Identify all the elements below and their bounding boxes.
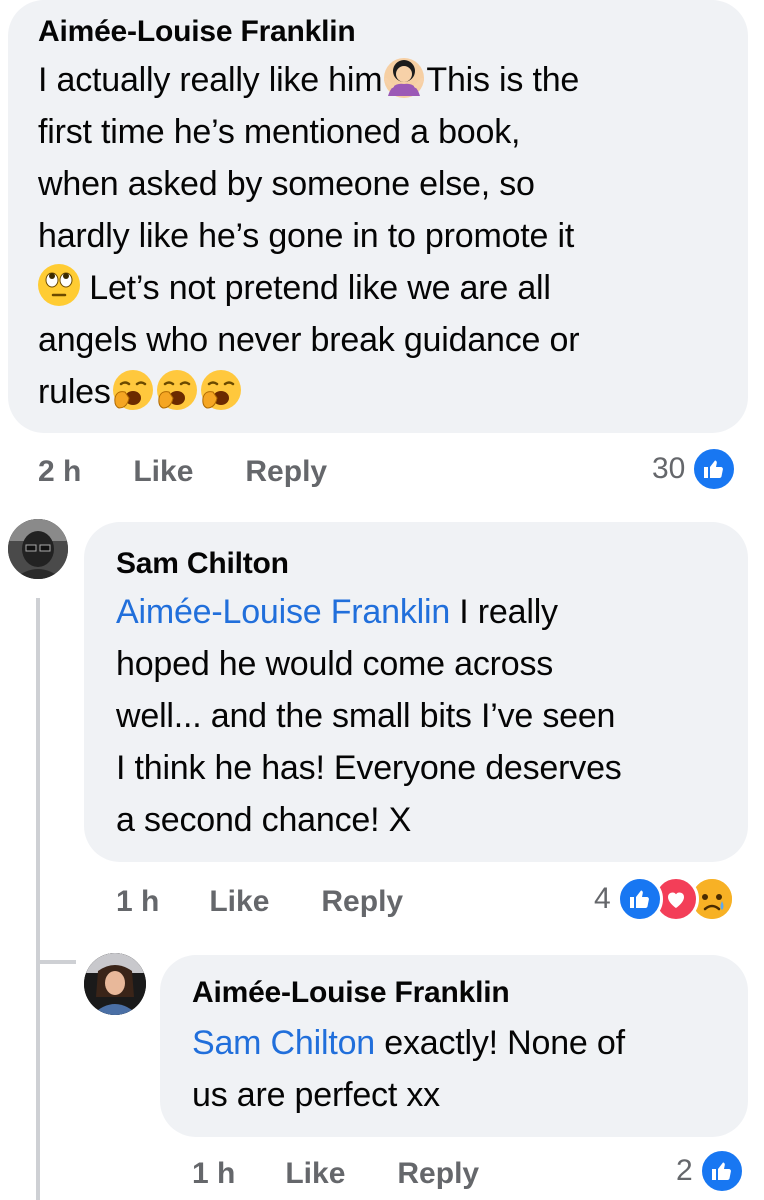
comment-text-line: I actually really like him	[38, 61, 383, 99]
comment-text: Sam Chilton exactly! None of us are perf…	[192, 1017, 742, 1121]
comment-text-line: well... and the small bits I’ve seen	[116, 697, 616, 735]
like-reaction-icon	[616, 876, 663, 922]
comment-text: Aimée-Louise Franklin I really hoped he …	[116, 586, 736, 846]
thread-connector	[36, 960, 76, 964]
avatar[interactable]	[84, 953, 146, 1015]
like-button[interactable]: Like	[285, 1157, 345, 1191]
comment-text-line: a second chance! X	[116, 801, 412, 839]
reply-bubble: Sam Chilton Aimée-Louise Franklin I real…	[84, 522, 748, 862]
yawning-face-emoji	[155, 368, 199, 412]
comment-text-line: us are perfect xx	[192, 1076, 440, 1114]
comment-text-line: Let’s not pretend like we are all	[80, 269, 551, 307]
comment-text-line: I think he has! Everyone deserves	[116, 749, 622, 787]
reaction-summary[interactable]: 2	[676, 1148, 745, 1194]
reaction-count: 2	[676, 1154, 693, 1187]
like-reaction-icon	[698, 1148, 745, 1194]
person-shrugging-emoji	[384, 58, 425, 98]
reply-button[interactable]: Reply	[245, 455, 327, 489]
comment-author[interactable]: Sam Chilton	[116, 546, 289, 582]
comment-text-line: rules	[38, 373, 111, 411]
comment-text-line: hoped he would come across	[116, 645, 554, 683]
comment-timestamp[interactable]: 1 h	[192, 1157, 235, 1191]
face-with-rolling-eyes-emoji	[38, 264, 80, 306]
mention-link[interactable]: Sam Chilton	[192, 1024, 375, 1062]
comment-text-line: This is the	[426, 61, 580, 99]
comment-actions: 1 h Like Reply	[116, 882, 403, 922]
comment-text-line: first time he’s mentioned a book,	[38, 113, 521, 151]
comment-text-line: hardly like he’s gone in to promote it	[38, 217, 575, 255]
comment-author[interactable]: Aimée-Louise Franklin	[38, 14, 356, 50]
mention-link[interactable]: Aimée-Louise Franklin	[116, 593, 450, 631]
like-button[interactable]: Like	[133, 455, 193, 489]
comment-actions: 2 h Like Reply	[38, 452, 327, 492]
reaction-summary[interactable]: 30	[652, 446, 738, 492]
comment-bubble: Aimée-Louise Franklin I actually really …	[8, 0, 748, 433]
reply-bubble: Aimée-Louise Franklin Sam Chilton exactl…	[160, 955, 748, 1137]
yawning-face-emoji	[111, 368, 155, 412]
reply-button[interactable]: Reply	[321, 885, 403, 919]
comment-text: I actually really like him This is the f…	[38, 54, 738, 418]
like-button[interactable]: Like	[209, 885, 269, 919]
comment-author[interactable]: Aimée-Louise Franklin	[192, 975, 510, 1011]
reaction-count: 4	[594, 882, 611, 915]
comment-text-line: exactly! None of	[375, 1024, 625, 1062]
avatar[interactable]	[8, 519, 68, 579]
like-reaction-icon	[691, 446, 738, 492]
comment-actions: 1 h Like Reply	[192, 1154, 479, 1194]
reaction-count: 30	[652, 452, 686, 485]
reply-button[interactable]: Reply	[397, 1157, 479, 1191]
comment-text-line: when asked by someone else, so	[38, 165, 535, 203]
comment-text-line: angels who never break guidance or	[38, 321, 580, 359]
yawning-face-emoji	[199, 368, 243, 412]
thread-line	[36, 598, 40, 1200]
comment-timestamp[interactable]: 1 h	[116, 885, 159, 919]
comment-timestamp[interactable]: 2 h	[38, 455, 81, 489]
comment-text-line: I really	[450, 593, 558, 631]
reaction-summary[interactable]: 4	[594, 876, 735, 922]
